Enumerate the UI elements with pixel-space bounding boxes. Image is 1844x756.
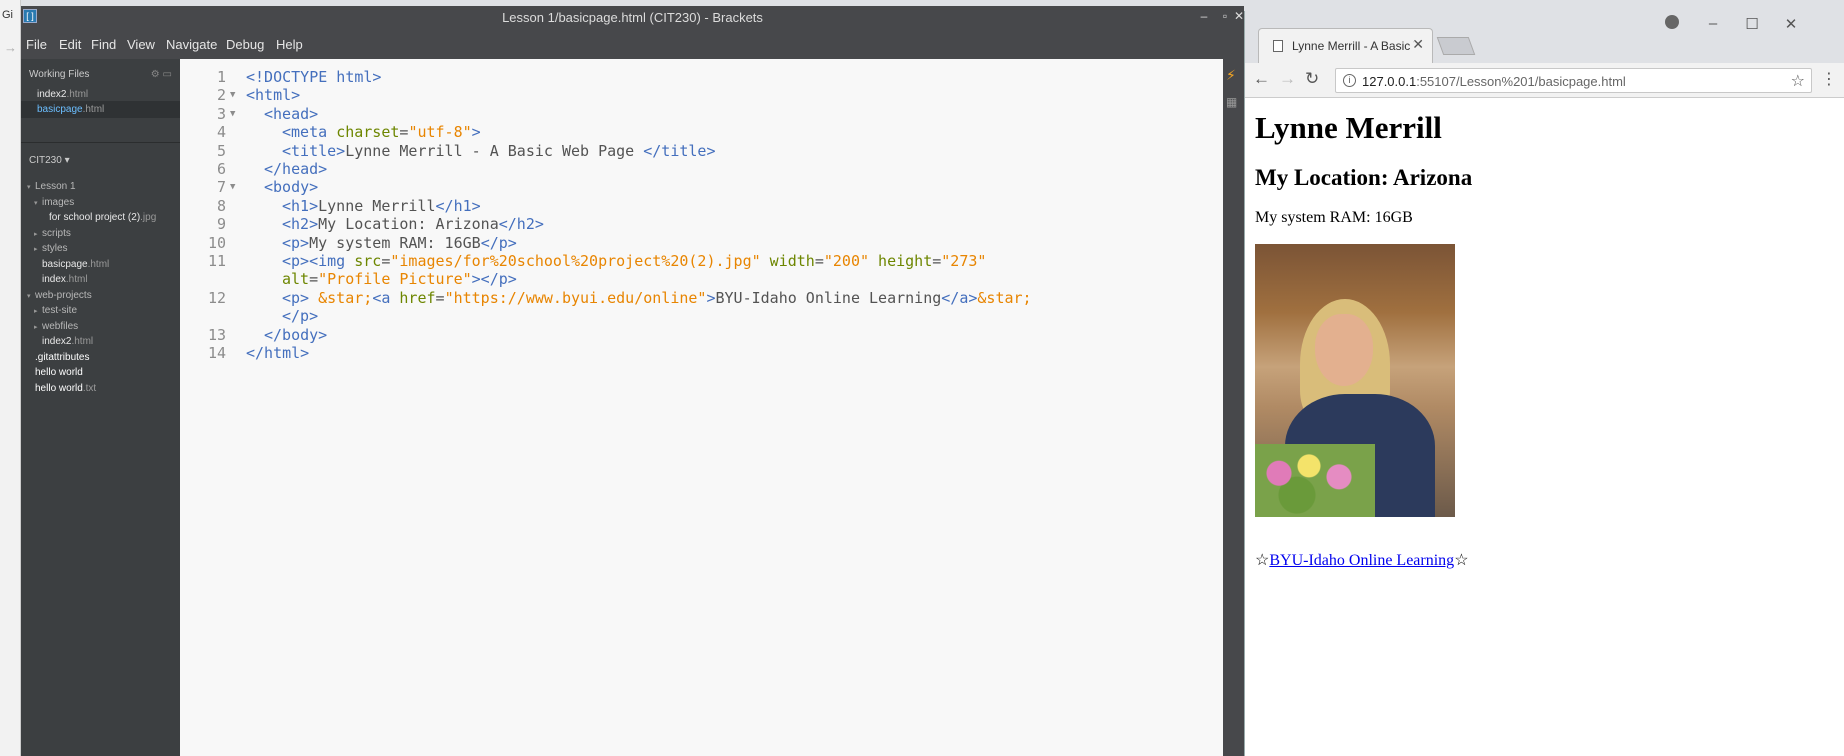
maximize-icon[interactable]: ☐ [1742,15,1762,33]
page-icon [1273,40,1283,52]
url-text: 127.0.0.1:55107/Lesson%201/basicpage.htm… [1362,74,1626,89]
project-tree-item[interactable]: hello world [35,364,83,381]
address-bar[interactable]: i 127.0.0.1:55107/Lesson%201/basicpage.h… [1335,68,1812,93]
new-tab-button[interactable] [1436,37,1476,55]
browser-tab[interactable]: Lynne Merrill - A Basic W ✕ [1258,28,1433,63]
file-sidebar: Working Files ⚙ ▭ index2.html basicpage.h… [21,59,180,756]
page-heading: Lynne Merrill [1255,110,1442,145]
project-title[interactable]: CIT230 ▾ [29,155,70,166]
profile-icon[interactable] [1665,15,1679,29]
project-tree-item[interactable]: ▸ styles [34,240,68,257]
menu-file[interactable]: File [26,37,47,52]
minimize-icon[interactable]: – [1194,8,1214,26]
page-subheading: My Location: Arizona [1255,165,1473,190]
profile-picture [1255,244,1455,517]
code-editor[interactable]: 1 <!DOCTYPE html> 2 ▼ <html> 3 ▼ <head> 4 <meta c… [180,59,1223,756]
chrome-toolbar: ← → ↻ i 127.0.0.1:55107/Lesson%201/basic… [1245,63,1844,98]
page-paragraph: My system RAM: 16GB [1255,209,1413,226]
working-files-title: Working Files [29,69,90,80]
background-browser-tab[interactable]: Gi [0,4,21,26]
project-tree-item[interactable]: ▸ scripts [34,225,71,242]
chrome-tabstrip: Lynne Merrill - A Basic W ✕ – ☐ ✕ [1245,11,1844,63]
brackets-window: [ ] Lesson 1/basicpage.html (CIT230) - B… [21,6,1244,756]
project-tree-item[interactable]: ▾ Lesson 1 [27,178,76,195]
project-tree-item[interactable]: ▾ images [34,194,74,211]
project-tree-item[interactable]: index2.html [42,333,93,350]
sidebar-divider [21,142,180,143]
project-tree-item[interactable]: basicpage.html [42,256,109,273]
line-number: 14 [207,344,226,362]
star-icon: ☆ [1255,552,1270,569]
menu-view[interactable]: View [127,37,155,52]
live-preview-icon[interactable]: ⚡ [1226,67,1236,84]
close-icon[interactable]: ✕ [1781,15,1801,33]
forward-icon[interactable]: → [1279,69,1296,89]
star-icon: ☆ [1454,552,1469,569]
link-paragraph: ☆BYU-Idaho Online Learning☆ [1255,550,1469,570]
menu-find[interactable]: Find [91,37,116,52]
collapsed-arrow-icon[interactable]: ▸ [34,241,42,258]
chrome-menu-icon[interactable]: ⋮ [1821,69,1837,89]
menu-edit[interactable]: Edit [59,37,81,52]
menu-debug[interactable]: Debug [226,37,264,52]
project-tree-item[interactable]: hello world.txt [35,380,96,397]
project-tree-item[interactable]: index.html [42,271,88,288]
menu-bar: File Edit Find View Navigate Debug Help [21,30,1244,59]
maximize-icon[interactable]: ▫ [1215,8,1235,26]
project-tree-item[interactable]: .gitattributes [35,349,89,366]
menu-navigate[interactable]: Navigate [166,37,217,52]
extension-manager-icon[interactable]: ▦ [1226,95,1237,109]
code-line[interactable]: 14 </html> [180,343,1223,364]
background-browser-edge: Gi → [0,0,21,756]
back-icon[interactable]: ← [1253,69,1270,89]
page-content: Lynne Merrill My Location: Arizona My sy… [1245,99,1844,756]
right-toolbar: ⚡ ▦ [1223,59,1244,756]
working-file-item[interactable]: basicpage.html [21,101,180,118]
project-tree-item[interactable]: ▾ web-projects [27,287,92,304]
brackets-titlebar: [ ] Lesson 1/basicpage.html (CIT230) - B… [21,6,1244,30]
back-arrow-icon: → [4,40,17,55]
window-title: Lesson 1/basicpage.html (CIT230) - Brack… [502,10,763,25]
project-tree-item[interactable]: ▸ test-site [34,302,77,319]
chrome-window: Lynne Merrill - A Basic W ✕ – ☐ ✕ ← → ↻ … [1244,11,1844,756]
project-tree-item[interactable]: for school project (2).jpg [49,209,156,226]
code-text: </html> [246,344,310,362]
minimize-icon[interactable]: – [1703,15,1723,32]
project-tree-item[interactable]: ▸ webfiles [34,318,78,335]
byui-online-link[interactable]: BYU-Idaho Online Learning [1269,552,1454,569]
reload-icon[interactable]: ↻ [1305,69,1319,89]
collapsed-arrow-icon[interactable]: ▸ [34,319,42,336]
info-icon[interactable]: i [1343,74,1356,87]
expanded-arrow-icon[interactable]: ▾ [34,195,42,212]
menu-help[interactable]: Help [276,37,303,52]
tab-title: Lynne Merrill - A Basic W [1292,39,1414,53]
working-files-settings-icon[interactable]: ⚙ ▭ [151,69,172,80]
tab-close-icon[interactable]: ✕ [1412,36,1424,53]
bookmark-star-icon[interactable]: ☆ [1791,71,1805,91]
